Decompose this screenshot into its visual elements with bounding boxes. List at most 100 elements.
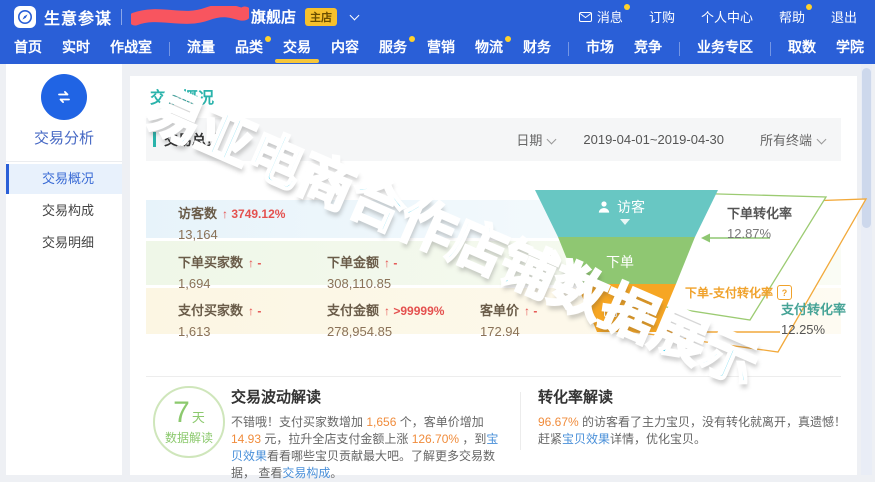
- nav-tab-realtime[interactable]: 实时: [52, 33, 100, 64]
- metric-pay-buyers[interactable]: 支付买家数- 1,613: [178, 300, 261, 339]
- person-icon: [597, 200, 611, 214]
- nav-tab-competition[interactable]: 竞争: [624, 33, 672, 64]
- topbar-link-subscribe[interactable]: 订购: [649, 7, 675, 26]
- topbar-link-label: 帮助: [779, 7, 805, 26]
- shop-switch-chevron-down-icon[interactable]: [345, 8, 358, 26]
- nav-tab-business-zone[interactable]: 业务专区: [687, 33, 763, 64]
- section-accent-bar: [153, 132, 156, 147]
- notification-dot: [409, 36, 415, 42]
- compass-icon: [17, 9, 33, 25]
- nav-divider: [679, 42, 680, 56]
- nav-tab-label: 品类: [235, 39, 263, 55]
- conversion-funnel-chart: [480, 180, 875, 380]
- main-content: 交易概况 交易总览 日期 2019-04-01~2019-04-30 所有终端 …: [130, 76, 857, 475]
- app-header: 生意参谋 旗舰店 主店 消息 订购 个人中心: [0, 0, 875, 64]
- sidebar-item-trade-composition[interactable]: 交易构成: [6, 196, 122, 226]
- insight-text: 不错哦！支付买家数增加 1,656 个，客单价增加 14.93 元，拉升全店支付…: [231, 414, 509, 482]
- sidebar-item-trade-overview[interactable]: 交易概况: [6, 164, 122, 194]
- nav-tab-category[interactable]: 品类: [225, 33, 273, 64]
- notification-dot: [265, 36, 271, 42]
- metric-pay-amount[interactable]: 支付金额 >99999% 278,954.85: [327, 300, 444, 339]
- nav-tab-home[interactable]: 首页: [4, 33, 52, 64]
- rate-label: 下单-支付转化率: [685, 284, 773, 301]
- nav-tab-label: 服务: [379, 39, 407, 55]
- date-filter-dropdown[interactable]: 日期: [516, 130, 555, 149]
- insight-trade-fluctuation: 交易波动解读 不错哦！支付买家数增加 1,656 个，客单价增加 14.93 元…: [231, 386, 509, 482]
- metric-label: 支付金额: [327, 303, 379, 318]
- sidebar-title: 交易分析: [6, 127, 122, 148]
- sycm-logo-icon[interactable]: [14, 6, 36, 28]
- help-icon[interactable]: [777, 285, 792, 300]
- rate-label: 下单转化率: [727, 203, 792, 222]
- metric-value: 1,613: [178, 324, 261, 339]
- topbar-link-help[interactable]: 帮助: [779, 7, 805, 26]
- terminal-dropdown[interactable]: 所有终端: [760, 130, 825, 149]
- topbar-links: 消息 订购 个人中心 帮助 退出: [553, 7, 857, 26]
- sidebar-divider: [6, 161, 122, 162]
- topbar-link-label: 消息: [597, 7, 623, 26]
- funnel-stage-visitor: 访客: [597, 197, 645, 217]
- topbar: 生意参谋 旗舰店 主店 消息 订购 个人中心: [0, 0, 875, 33]
- nav-tab-label: 物流: [475, 39, 503, 55]
- nav-divider: [568, 42, 569, 56]
- insight-badge-7days: 7 天 数据解读: [153, 386, 225, 458]
- sidebar-item-trade-detail[interactable]: 交易明细: [6, 228, 122, 258]
- topbar-link-label: 退出: [831, 7, 857, 26]
- nav-tab-service[interactable]: 服务: [369, 33, 417, 64]
- main-nav: 首页 实时 作战室 流量 品类 交易 内容 服务 营销 物流 财务 市场 竞争 …: [0, 33, 875, 64]
- filter-bar: 日期 2019-04-01~2019-04-30 所有终端: [516, 130, 825, 149]
- up-arrow-icon: -: [248, 304, 261, 318]
- insight-conversion: 转化率解读 96.67% 的访客看了主力宝贝，没有转化就离开，真遗憾！赶紧宝贝效…: [538, 386, 850, 448]
- nav-tab-market[interactable]: 市场: [576, 33, 624, 64]
- insight-text: 96.67% 的访客看了主力宝贝，没有转化就离开，真遗憾！赶紧宝贝效果详情，优化…: [538, 414, 850, 448]
- metric-order-buyers[interactable]: 下单买家数- 1,694: [178, 252, 261, 291]
- topbar-link-label: 个人中心: [701, 7, 753, 26]
- topbar-link-label: 订购: [649, 7, 675, 26]
- section-header: 交易总览 日期 2019-04-01~2019-04-30 所有终端: [146, 118, 841, 161]
- rate-pay-conversion: 支付转化率 12.25%: [781, 299, 846, 337]
- funnel-stage-label: 下单: [606, 252, 634, 272]
- metric-label: 下单金额: [327, 255, 379, 270]
- nav-tab-finance[interactable]: 财务: [513, 33, 561, 64]
- metric-order-amount[interactable]: 下单金额- 308,110.85: [327, 252, 397, 291]
- nav-tab-traffic[interactable]: 流量: [177, 33, 225, 64]
- main-shop-badge: 主店: [305, 8, 337, 26]
- nav-tab-marketing[interactable]: 营销: [417, 33, 465, 64]
- metric-label: 下单买家数: [178, 255, 243, 270]
- nav-tab-data-extract[interactable]: 取数: [778, 33, 826, 64]
- vertical-divider: [520, 392, 521, 450]
- notification-dot: [806, 4, 812, 10]
- sidebar: 交易分析 交易概况 交易构成 交易明细: [6, 64, 122, 475]
- trade-analysis-icon: [41, 74, 87, 120]
- rate-label: 支付转化率: [781, 299, 846, 318]
- metric-value: 278,954.85: [327, 324, 444, 339]
- metric-visitors[interactable]: 访客数3749.12% 13,164: [178, 203, 285, 242]
- topbar-link-messages[interactable]: 消息: [579, 7, 623, 26]
- shop-name-suffix: 旗舰店: [251, 6, 296, 27]
- nav-tab-content[interactable]: 内容: [321, 33, 369, 64]
- date-filter-label: 日期: [516, 133, 542, 148]
- rate-order-pay-conversion: 下单-支付转化率: [685, 284, 792, 301]
- badge-number: 7: [173, 399, 190, 427]
- metric-label: 访客数: [178, 206, 217, 221]
- metric-value: 308,110.85: [327, 276, 397, 291]
- nav-tab-academy[interactable]: 学院: [826, 33, 874, 64]
- nav-divider: [169, 42, 170, 56]
- up-arrow-icon: -: [384, 256, 397, 270]
- nav-tab-trade[interactable]: 交易: [273, 33, 321, 64]
- rate-value: 12.25%: [781, 322, 846, 337]
- topbar-link-account-center[interactable]: 个人中心: [701, 7, 753, 26]
- nav-tab-war-room[interactable]: 作战室: [100, 33, 162, 64]
- metric-value: 13,164: [178, 227, 285, 242]
- insight-title: 交易波动解读: [231, 386, 509, 407]
- date-range-value[interactable]: 2019-04-01~2019-04-30: [583, 132, 724, 147]
- funnel-stage-label: 支付: [623, 301, 651, 321]
- nav-tab-logistics[interactable]: 物流: [465, 33, 513, 64]
- badge-unit: 天: [192, 407, 205, 426]
- topbar-link-logout[interactable]: 退出: [831, 7, 857, 26]
- up-arrow-icon: >99999%: [384, 304, 444, 318]
- rate-value: 12.87%: [727, 226, 792, 241]
- insight-title: 转化率解读: [538, 386, 850, 407]
- up-arrow-icon: -: [248, 256, 261, 270]
- payment-card-icon: [604, 306, 617, 317]
